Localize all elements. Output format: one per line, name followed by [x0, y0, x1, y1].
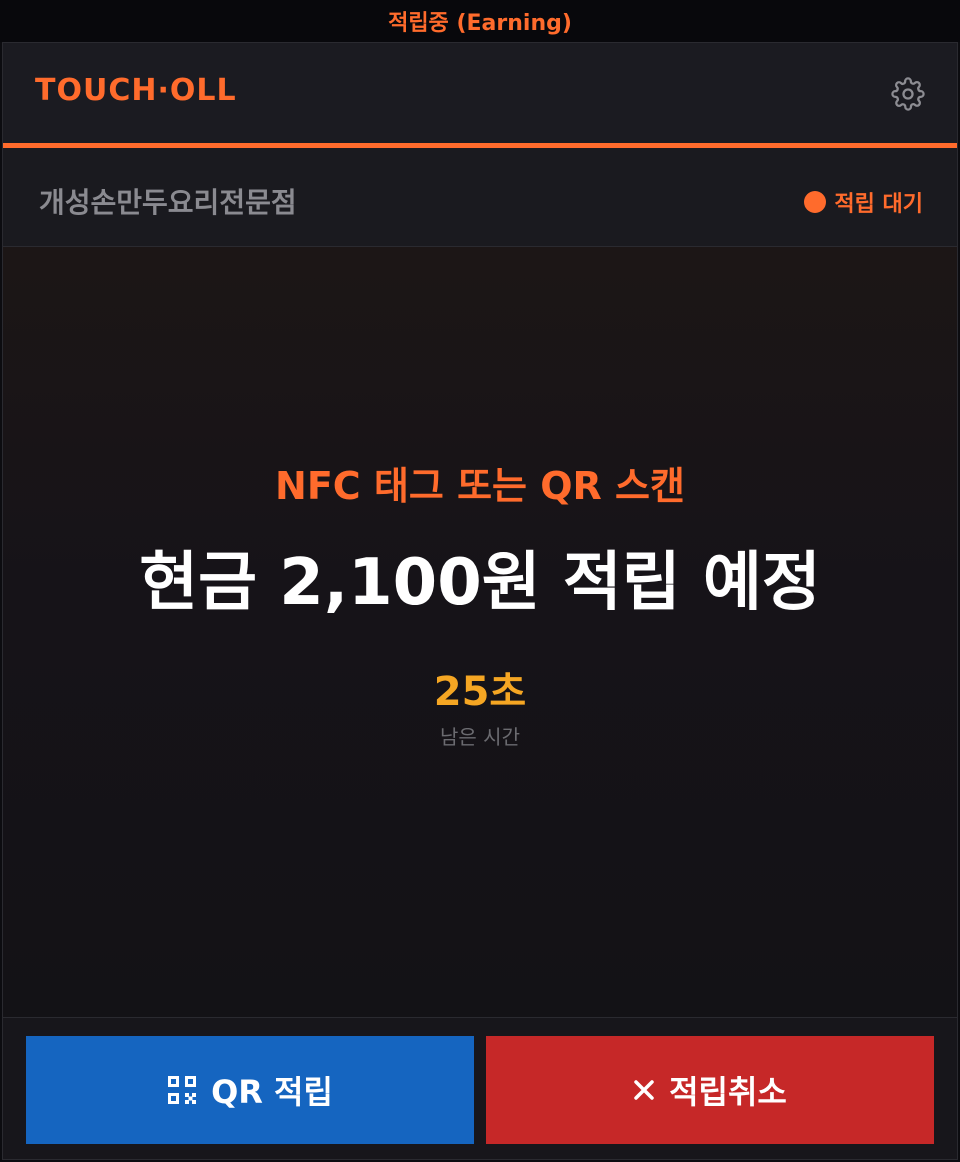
qr-earn-label: QR 적립: [211, 1073, 333, 1111]
countdown-label: 남은 시간: [440, 725, 520, 749]
countdown-timer: 25초: [433, 669, 527, 715]
qr-earn-button[interactable]: QR 적립: [26, 1036, 474, 1144]
app-header: TOUCH·OLL: [3, 43, 957, 148]
scan-prompt: NFC 태그 또는 QR 스캔: [275, 464, 685, 508]
qr-code-icon: [167, 1075, 197, 1105]
app-window: TOUCH·OLL 개성손만두요리전문점 적립 대기 NFC 태그 또는 QR …: [2, 42, 958, 1160]
earning-amount: 현금 2,100원 적립 예정: [139, 546, 821, 620]
action-footer: QR 적립 적립취소: [3, 1017, 957, 1159]
window-title: 적립중 (Earning): [0, 0, 960, 42]
brand-logo: TOUCH·OLL: [35, 73, 237, 108]
cancel-earn-label: 적립취소: [669, 1073, 787, 1111]
status-label: 적립 대기: [834, 192, 923, 217]
close-icon: [633, 1079, 655, 1101]
earning-panel: NFC 태그 또는 QR 스캔 현금 2,100원 적립 예정 25초 남은 시…: [3, 247, 957, 1017]
status-indicator: 적립 대기: [804, 186, 923, 218]
store-bar: 개성손만두요리전문점 적립 대기: [3, 148, 957, 247]
gear-icon: [891, 77, 925, 111]
settings-button[interactable]: [891, 77, 925, 111]
cancel-earn-button[interactable]: 적립취소: [486, 1036, 934, 1144]
store-name: 개성손만두요리전문점: [39, 186, 297, 219]
status-dot-icon: [804, 191, 827, 213]
